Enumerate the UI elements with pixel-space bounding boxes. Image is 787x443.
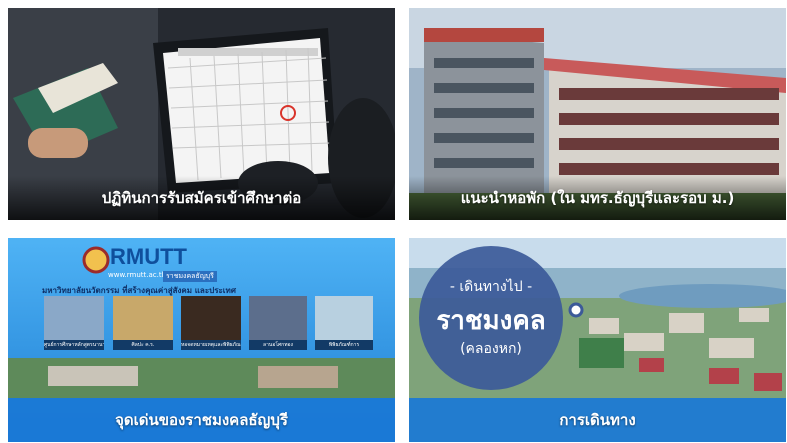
card-dormitory-guide[interactable]: แนะนำหอพัก (ใน มทร.ธัญบุรีและรอบ ม.) — [409, 8, 786, 220]
card-caption: จุดเด่นของราชมงคลธัญบุรี — [8, 398, 395, 442]
website-text[interactable]: www.rmutt.ac.th — [108, 271, 166, 279]
card-caption: ปฏิทินการรับสมัครเข้าศึกษาต่อ — [8, 176, 395, 220]
badge-main-text: ราชมงคล — [436, 306, 546, 336]
thumb-label: ลานอโศกทอง — [263, 342, 293, 348]
badge-top-text: - เดินทางไป - — [449, 279, 533, 295]
thumb-label: ศูนย์การศึกษาหลักสูตรนานาชาติ — [44, 342, 104, 348]
badge-sub-text: (คลองหก) — [460, 341, 522, 357]
card-grid: ปฏิทินการรับสมัครเข้าศึกษาต่อ แนะนำหอพัก… — [0, 0, 787, 443]
card-admission-calendar[interactable]: ปฏิทินการรับสมัครเข้าศึกษาต่อ — [8, 8, 395, 220]
thumb-label: ศิลปะ ค.ร. — [131, 342, 155, 348]
card-caption: การเดินทาง — [409, 398, 786, 442]
slogan-text: มหาวิทยาลัยนวัตกรรม ที่สร้างคุณค่าสู่สัง… — [42, 286, 236, 295]
rmutt-logo-text: RMUTT — [110, 244, 187, 269]
card-travel[interactable]: - เดินทางไป - ราชมงคล (คลองหก) การเดินทา… — [409, 238, 786, 442]
thumb-label: พิพิธภัณฑ์การ — [328, 342, 360, 348]
card-caption: แนะนำหอพัก (ใน มทร.ธัญบุรีและรอบ ม.) — [409, 176, 786, 220]
tagline-text: ราชมงคลธัญบุรี — [163, 271, 217, 282]
thumb-label: หอจดหมายเหตุและพิพิธภัณฑ์ — [181, 342, 241, 348]
card-highlights[interactable]: RMUTT www.rmutt.ac.th ราชมงคลธัญบุรี มหา… — [8, 238, 395, 442]
